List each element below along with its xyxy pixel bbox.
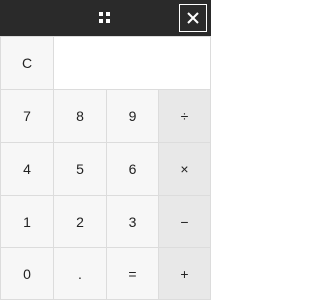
close-button[interactable]	[179, 4, 207, 32]
key-7[interactable]: 7	[1, 90, 53, 142]
key-5[interactable]: 5	[54, 143, 106, 195]
divide-button[interactable]: ÷	[159, 90, 210, 142]
clear-button[interactable]: C	[1, 37, 53, 89]
add-button[interactable]: +	[159, 248, 210, 299]
decimal-button[interactable]: .	[54, 248, 106, 299]
subtract-button[interactable]: −	[159, 196, 210, 247]
calculator-window: C 7 8 9 ÷ 4 5 6 × 1 2 3 − 0 . = +	[0, 0, 211, 300]
key-6[interactable]: 6	[107, 143, 158, 195]
key-8[interactable]: 8	[54, 90, 106, 142]
key-2[interactable]: 2	[54, 196, 106, 247]
key-0[interactable]: 0	[1, 248, 53, 299]
display	[54, 37, 210, 89]
title-bar	[0, 0, 211, 36]
key-3[interactable]: 3	[107, 196, 158, 247]
key-4[interactable]: 4	[1, 143, 53, 195]
keypad: C 7 8 9 ÷ 4 5 6 × 1 2 3 − 0 . = +	[0, 36, 211, 300]
equals-button[interactable]: =	[107, 248, 158, 299]
grid-menu-icon[interactable]	[99, 12, 110, 23]
multiply-button[interactable]: ×	[159, 143, 210, 195]
key-1[interactable]: 1	[1, 196, 53, 247]
close-icon	[187, 12, 199, 24]
key-9[interactable]: 9	[107, 90, 158, 142]
